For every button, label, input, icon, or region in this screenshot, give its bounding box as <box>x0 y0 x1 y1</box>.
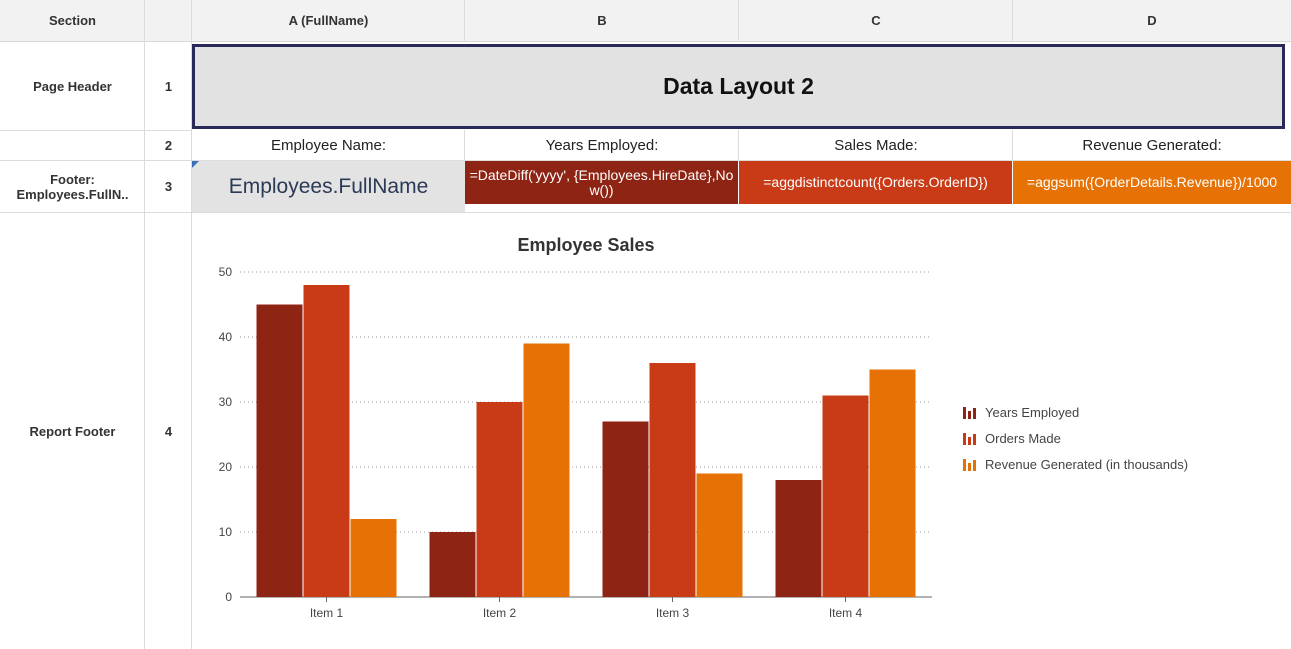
bar-1-1 <box>476 402 523 597</box>
column-header-b[interactable]: B <box>465 0 739 42</box>
bar-0-2 <box>602 421 649 597</box>
legend-item-orders-made: Orders Made <box>963 425 1188 451</box>
bar-2-0 <box>350 519 397 597</box>
grid-line <box>738 0 739 42</box>
bar-1-0 <box>303 285 350 597</box>
y-tick-label: 30 <box>219 395 233 409</box>
report-title-cell[interactable]: Data Layout 2 <box>192 44 1285 129</box>
chart-title: Employee Sales <box>517 235 654 255</box>
sales-made-label[interactable]: Sales Made: <box>739 130 1013 160</box>
bar-0-3 <box>775 480 822 597</box>
section-label-footer-employees: Footer: Employees.FullN.. <box>16 171 129 202</box>
y-tick-label: 20 <box>219 460 233 474</box>
legend-label: Revenue Generated (in thousands) <box>985 456 1189 472</box>
x-tick-label: Item 2 <box>483 606 517 620</box>
grid-line <box>464 0 465 42</box>
column-header-section[interactable]: Section <box>0 0 145 42</box>
bar-chart-icon <box>963 458 979 471</box>
sales-made-expression[interactable]: =aggdistinctcount({Orders.OrderID}) <box>739 161 1012 204</box>
y-tick-label: 50 <box>219 265 233 279</box>
bar-1-3 <box>822 395 869 597</box>
bar-1-2 <box>649 363 696 597</box>
y-tick-label: 10 <box>219 525 233 539</box>
y-tick-label: 0 <box>225 590 232 604</box>
years-employed-label[interactable]: Years Employed: <box>465 130 739 160</box>
row-number-1[interactable]: 1 <box>145 42 192 130</box>
years-employed-expression[interactable]: =DateDiff('yyyy', {Employees.HireDate},N… <box>465 161 738 204</box>
column-header-a[interactable]: A (FullName) <box>192 0 465 42</box>
row-number-4[interactable]: 4 <box>145 213 192 649</box>
y-tick-label: 40 <box>219 330 233 344</box>
column-header-row[interactable] <box>145 0 192 42</box>
bar-2-2 <box>696 473 743 597</box>
x-tick-label: Item 1 <box>310 606 344 620</box>
employee-name-label[interactable]: Employee Name: <box>192 130 465 160</box>
section-label-report-footer: Report Footer <box>29 423 116 439</box>
employees-fullname-field[interactable]: Employees.FullName <box>192 161 465 212</box>
section-label-empty <box>0 130 145 160</box>
bar-0-1 <box>429 532 476 597</box>
bar-2-1 <box>523 343 570 597</box>
x-tick-label: Item 4 <box>829 606 863 620</box>
report-designer-grid: Section A (FullName) B C D Page Header 1… <box>0 0 1291 649</box>
legend-label: Orders Made <box>985 430 1061 446</box>
legend-item-revenue-generated: Revenue Generated (in thousands) <box>963 451 1188 477</box>
legend-item-years-employed: Years Employed <box>963 399 1188 425</box>
column-header-c[interactable]: C <box>739 0 1013 42</box>
grid-line <box>1012 0 1013 42</box>
bar-chart-icon <box>963 406 979 419</box>
bar-2-3 <box>869 369 916 597</box>
row-number-3[interactable]: 3 <box>145 161 192 212</box>
x-tick-label: Item 3 <box>656 606 690 620</box>
legend-label: Years Employed <box>985 404 1080 420</box>
cell-selection-marker-icon <box>192 161 199 168</box>
bar-0-0 <box>256 304 303 597</box>
bar-chart-icon <box>963 432 979 445</box>
revenue-generated-expression[interactable]: =aggsum({OrderDetails.Revenue})/1000 <box>1013 161 1291 204</box>
row-number-2[interactable]: 2 <box>145 130 192 160</box>
chart-legend: Years Employed Orders Made Revenue Gener… <box>963 399 1188 477</box>
section-label-page-header: Page Header <box>33 78 112 94</box>
revenue-generated-label[interactable]: Revenue Generated: <box>1013 130 1291 160</box>
column-header-d[interactable]: D <box>1013 0 1291 42</box>
